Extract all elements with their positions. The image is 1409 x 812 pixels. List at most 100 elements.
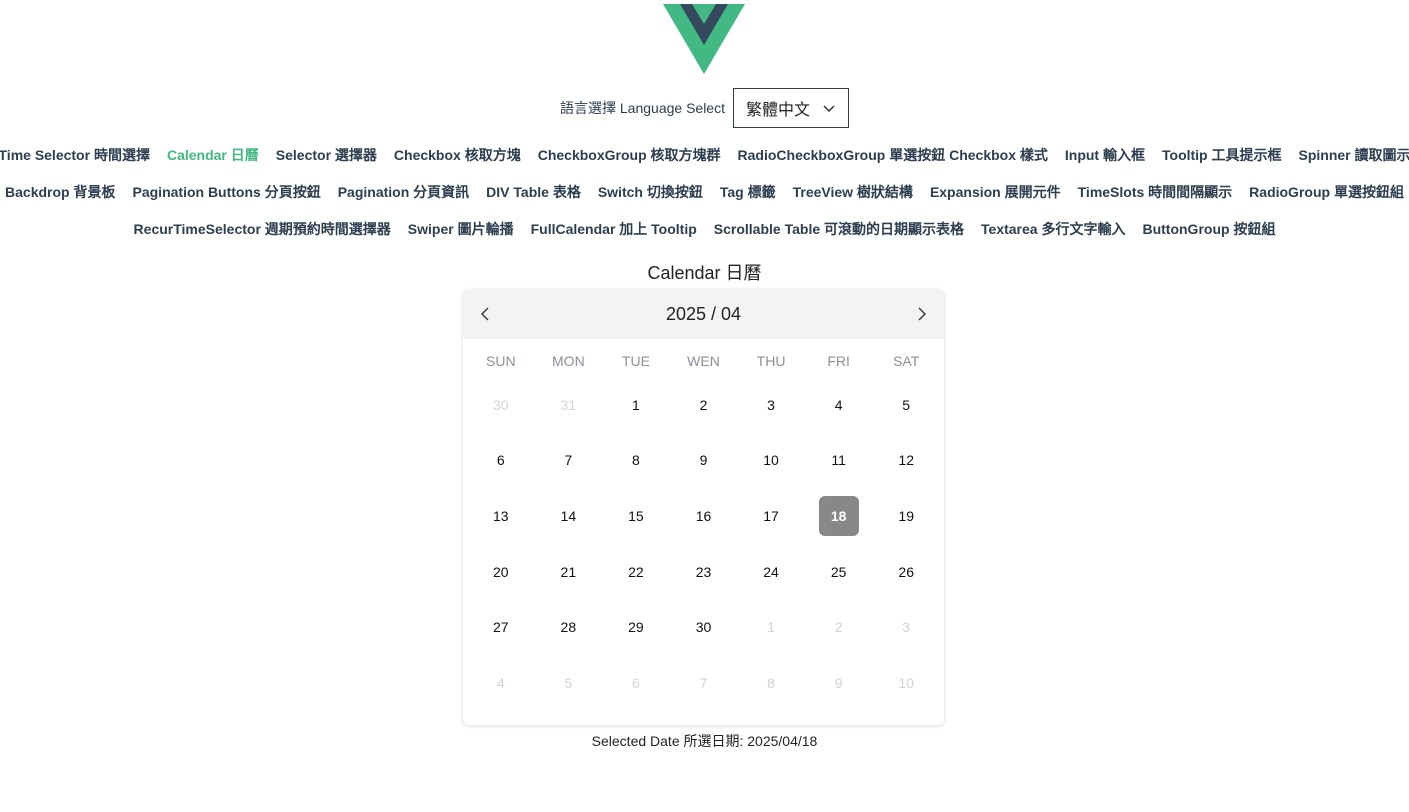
day-number: 29 [628, 619, 644, 636]
nav-link-treeview[interactable]: TreeView 樹狀結構 [793, 182, 913, 202]
weekday-label: SUN [486, 353, 516, 369]
day-cell[interactable]: 17 [737, 488, 805, 544]
day-number: 20 [492, 563, 509, 580]
language-select-value: 繁體中文 [745, 102, 810, 119]
day-number: 30 [492, 396, 509, 413]
day-cell[interactable]: 31 [535, 377, 603, 433]
day-cell[interactable]: 22 [602, 544, 670, 600]
nav-link-radiocheckboxgroup[interactable]: RadioCheckboxGroup 單選按鈕 Checkbox 樣式 [738, 145, 1048, 165]
day-cell[interactable]: 1 [737, 599, 805, 655]
day-cell[interactable]: 25 [805, 544, 873, 600]
day-cell[interactable]: 30 [670, 599, 738, 655]
day-cell[interactable]: 20 [467, 544, 535, 600]
day-cell[interactable]: 14 [535, 488, 603, 544]
day-cell[interactable]: 3 [872, 599, 940, 655]
day-number: 3 [902, 619, 911, 636]
day-cell-selected[interactable]: 18 [805, 488, 873, 544]
day-number: 9 [699, 452, 708, 469]
day-cell[interactable]: 23 [670, 544, 738, 600]
nav-link-radiogroup[interactable]: RadioGroup 單選按鈕組 [1249, 182, 1404, 202]
day-cell[interactable]: 9 [670, 433, 738, 489]
calendar: 2025 / 04 SUN MON TUE WEN THU FRI SAT 30 31 1 2 3 4… [463, 289, 944, 725]
nav-link-div[interactable]: DIV Table 表格 [486, 182, 581, 202]
nav-link-checkboxgroup[interactable]: CheckboxGroup 核取方塊群 [538, 145, 721, 165]
nav-link-fullcalendar[interactable]: FullCalendar 加上 Tooltip [531, 219, 697, 239]
nav-link-swiper[interactable]: Swiper 圖片輪播 [408, 219, 514, 239]
day-cell[interactable]: 5 [535, 655, 603, 711]
day-cell[interactable]: 10 [872, 655, 940, 711]
nav-link-recurtimeselector[interactable]: RecurTimeSelector 週期預約時間選擇器 [134, 219, 391, 239]
nav-link-buttongroup[interactable]: ButtonGroup 按鈕組 [1142, 219, 1275, 239]
weekday-header: SUN MON TUE WEN THU FRI SAT [463, 353, 944, 369]
selected-date-text: Selected Date 所選日期: 2025/04/18 [591, 733, 818, 749]
day-cell[interactable]: 21 [535, 544, 603, 600]
day-grid: 30 31 1 2 3 4 5 6 7 8 9 10 11 12 13 14 15 16 17 18 19 20 21 22 2… [463, 369, 944, 711]
weekday-label: WEN [687, 353, 720, 369]
nav-link-timeslots[interactable]: TimeSlots 時間間隔顯示 [1078, 182, 1233, 202]
day-number: 23 [695, 563, 712, 580]
day-cell[interactable]: 15 [602, 488, 670, 544]
day-number: 12 [898, 452, 914, 469]
day-cell[interactable]: 29 [602, 599, 670, 655]
day-number: 6 [632, 674, 640, 691]
day-cell[interactable]: 12 [872, 433, 940, 489]
day-cell[interactable]: 16 [670, 488, 738, 544]
calendar-header: 2025 / 04 [463, 289, 944, 339]
day-number: 28 [560, 619, 577, 636]
day-cell[interactable]: 1 [602, 377, 670, 433]
day-cell[interactable]: 19 [872, 488, 940, 544]
nav-link-calendar[interactable]: Calendar 日曆 [167, 145, 259, 165]
day-cell[interactable]: 9 [805, 655, 873, 711]
weekday-label: TUE [621, 353, 650, 369]
day-cell[interactable]: 6 [602, 655, 670, 711]
month-label: 2025 / 04 [665, 303, 742, 324]
day-cell[interactable]: 30 [467, 377, 535, 433]
day-cell[interactable]: 8 [602, 433, 670, 489]
day-number: 8 [767, 674, 775, 691]
day-cell[interactable]: 10 [737, 433, 805, 489]
component-nav-row-1: Time Selector 時間選擇 Calendar 日曆 Selector 選擇… [0, 145, 1409, 165]
nav-link-expansion[interactable]: Expansion 展開元件 [930, 182, 1061, 202]
nav-link-textarea[interactable]: Textarea 多行文字輸入 [981, 219, 1125, 239]
day-cell[interactable]: 2 [805, 599, 873, 655]
nav-link-tag[interactable]: Tag 標籤 [720, 182, 776, 202]
day-cell[interactable]: 4 [805, 377, 873, 433]
day-cell[interactable]: 24 [737, 544, 805, 600]
next-month-button[interactable] [914, 307, 928, 321]
day-cell[interactable]: 7 [670, 655, 738, 711]
nav-link-checkbox[interactable]: Checkbox 核取方塊 [394, 145, 521, 165]
nav-link-pagination[interactable]: Pagination Buttons 分頁按鈕 [133, 182, 321, 202]
day-cell[interactable]: 3 [737, 377, 805, 433]
nav-link-time[interactable]: Time Selector 時間選擇 [0, 145, 150, 165]
day-number: 17 [763, 507, 779, 524]
day-cell[interactable]: 28 [535, 599, 603, 655]
day-cell[interactable]: 26 [872, 544, 940, 600]
page-title: Calendar 日曆 [647, 263, 762, 283]
day-cell[interactable]: 27 [467, 599, 535, 655]
day-cell[interactable]: 13 [467, 488, 535, 544]
day-cell[interactable]: 5 [872, 377, 940, 433]
day-number: 5 [564, 674, 573, 691]
day-cell[interactable]: 7 [535, 433, 603, 489]
nav-link-scrollable[interactable]: Scrollable Table 可滾動的日期顯示表格 [714, 219, 964, 239]
day-cell[interactable]: 11 [805, 433, 873, 489]
day-number: 2 [699, 396, 708, 413]
nav-link-selector[interactable]: Selector 選擇器 [276, 145, 377, 165]
nav-link-backdrop[interactable]: Backdrop 背景板 [5, 182, 115, 202]
nav-link-input[interactable]: Input 輸入框 [1065, 145, 1145, 165]
day-cell[interactable]: 8 [737, 655, 805, 711]
nav-link-switch[interactable]: Switch 切換按鈕 [598, 182, 703, 202]
day-cell[interactable]: 2 [670, 377, 738, 433]
nav-link-pagination[interactable]: Pagination 分頁資訊 [338, 182, 469, 202]
nav-link-tooltip[interactable]: Tooltip 工具提示框 [1162, 145, 1282, 165]
day-cell[interactable]: 4 [467, 655, 535, 711]
day-cell[interactable]: 6 [467, 433, 535, 489]
prev-month-button[interactable] [479, 307, 493, 321]
nav-link-spinner[interactable]: Spinner 讀取圖示 [1299, 145, 1409, 165]
day-number: 30 [695, 619, 712, 636]
language-select[interactable]: 繁體中文 [732, 88, 849, 128]
chevron-down-icon [823, 105, 835, 113]
day-number: 7 [699, 674, 708, 691]
day-number: 25 [830, 563, 847, 580]
day-number: 21 [560, 563, 577, 580]
